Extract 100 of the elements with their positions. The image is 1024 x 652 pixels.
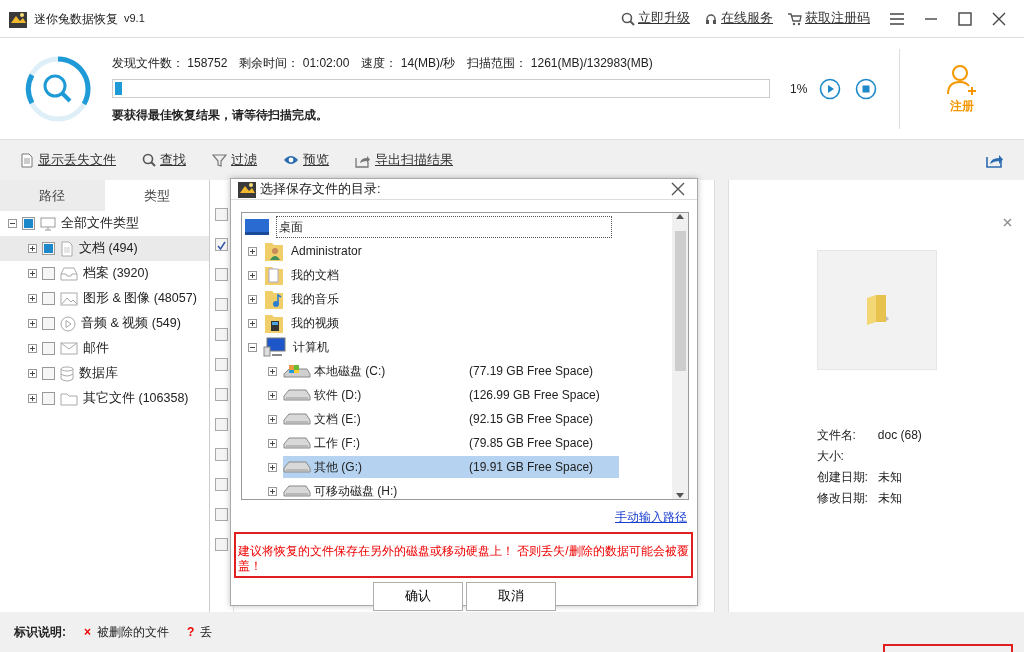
checkbox[interactable] [215,298,228,311]
manual-path-link[interactable]: 手动输入路径 [615,510,687,524]
scrollbar[interactable] [672,213,688,499]
tree-item[interactable]: 其它文件 (106358) [83,389,189,408]
warning-message: 建议将恢复的文件保存在另外的磁盘或移动硬盘上！ 否则丢失/删除的数据可能会被覆盖！ [234,532,693,578]
tree-item[interactable]: 工作 (F:) [314,434,466,452]
expand-icon[interactable] [28,269,37,278]
document-icon [60,240,74,257]
maximize-icon[interactable] [956,9,974,28]
tree-item[interactable]: 可移动磁盘 (H:) [314,482,466,500]
checkbox[interactable] [215,208,228,221]
tab[interactable]: 类型 [104,180,209,211]
checkbox[interactable] [42,242,55,255]
checkbox[interactable] [42,367,55,380]
toolbar-button[interactable]: 过滤 [212,150,257,170]
user-folder-icon [263,240,285,262]
tree-item[interactable]: 档案 (3920) [83,264,149,283]
expand-icon[interactable] [28,319,37,328]
expand-icon[interactable] [28,394,37,403]
toolbar-button[interactable]: 预览 [283,150,329,170]
expand-icon[interactable] [28,344,37,353]
computer-icon [263,337,287,357]
tree-item[interactable]: 本地磁盘 (C:) [314,362,466,380]
expand-icon[interactable] [28,369,37,378]
close-icon[interactable] [671,182,685,196]
info-label: 创建日期: [816,469,868,486]
expand-icon[interactable] [268,414,277,424]
expand-icon[interactable] [268,366,277,376]
filter-icon [212,153,227,167]
header-link[interactable]: 获取注册码 [787,9,870,28]
tree-item[interactable]: 软件 (D:) [314,386,466,404]
toolbar-button[interactable]: 显示丢失文件 [20,150,116,170]
expand-icon[interactable] [248,294,257,304]
checkbox[interactable] [215,478,228,491]
tree-item[interactable]: 邮件 [83,339,109,358]
header-link[interactable]: 立即升级 [621,9,690,28]
checkbox[interactable] [215,538,228,551]
dialog-button[interactable]: 确认 [372,582,463,611]
scan-stat: 扫描范围： 1261(MB)/132983(MB) [467,54,653,72]
tree-item[interactable]: Administrator [291,242,362,260]
info-value: 未知 [877,490,903,507]
tree-item[interactable]: 我的视频 [291,314,339,332]
checkbox[interactable] [215,448,228,461]
tree-item[interactable]: 文档 (E:) [314,410,466,428]
free-space: (126.99 GB Free Space) [469,387,600,404]
tree-item[interactable]: 桌面 [276,216,612,238]
checkbox[interactable] [215,328,228,341]
tree-item[interactable]: 我的音乐 [291,290,339,308]
checkbox[interactable] [215,508,228,521]
video-folder-icon [263,312,285,334]
tree-item[interactable]: 我的文档 [291,266,339,284]
drive-icon [283,388,311,402]
expand-icon[interactable] [28,294,37,303]
expand-icon[interactable] [268,438,277,448]
play-icon [60,315,76,332]
tree-item[interactable]: 图形 & 图像 (48057) [83,289,197,308]
dialog-button[interactable]: 取消 [465,582,556,611]
checkbox[interactable] [215,418,228,431]
tree-item[interactable]: 全部文件类型 [61,214,139,233]
stop-icon[interactable] [855,77,878,100]
expand-icon[interactable] [268,390,277,400]
folder-icon [60,391,78,406]
checkbox[interactable] [42,292,55,305]
collapse-icon[interactable] [248,342,257,352]
collapse-icon[interactable] [8,219,17,228]
checkbox[interactable] [215,388,228,401]
checkbox[interactable] [215,358,228,371]
header-link[interactable]: 在线服务 [704,9,773,28]
expand-icon[interactable] [248,270,257,280]
play-icon[interactable] [819,77,842,100]
drive-icon [283,484,311,498]
tree-item[interactable]: 数据库 [79,364,118,383]
tree-item[interactable]: 其他 (G:) [314,458,466,476]
version-label: v9.1 [124,11,145,27]
info-label: 修改日期: [816,490,868,507]
info-value: 未知 [877,469,903,486]
checkbox[interactable] [215,238,228,251]
checkbox[interactable] [42,267,55,280]
expand-icon[interactable] [268,486,277,496]
checkbox[interactable] [215,268,228,281]
document-icon [20,152,34,168]
drive-icon [283,436,311,450]
checkbox[interactable] [42,342,55,355]
tree-item[interactable]: 音频 & 视频 (549) [81,314,181,333]
window-title: 迷你兔数据恢复 [34,10,118,28]
checkbox[interactable] [22,217,35,230]
tree-item[interactable]: 计算机 [293,338,329,356]
cart-icon [787,11,802,26]
document-folder-icon [263,264,285,286]
checkbox[interactable] [42,317,55,330]
toolbar-button[interactable]: 导出扫描结果 [355,150,453,170]
drive-icon [283,363,311,379]
expand-icon[interactable] [268,462,277,472]
legend-mark: ? [187,624,195,641]
info-value: doc (68) [877,427,923,444]
toolbar-button[interactable]: 查找 [142,150,186,170]
checkbox[interactable] [42,392,55,405]
expand-icon[interactable] [248,246,257,256]
expand-icon[interactable] [28,244,37,253]
expand-icon[interactable] [248,318,257,328]
